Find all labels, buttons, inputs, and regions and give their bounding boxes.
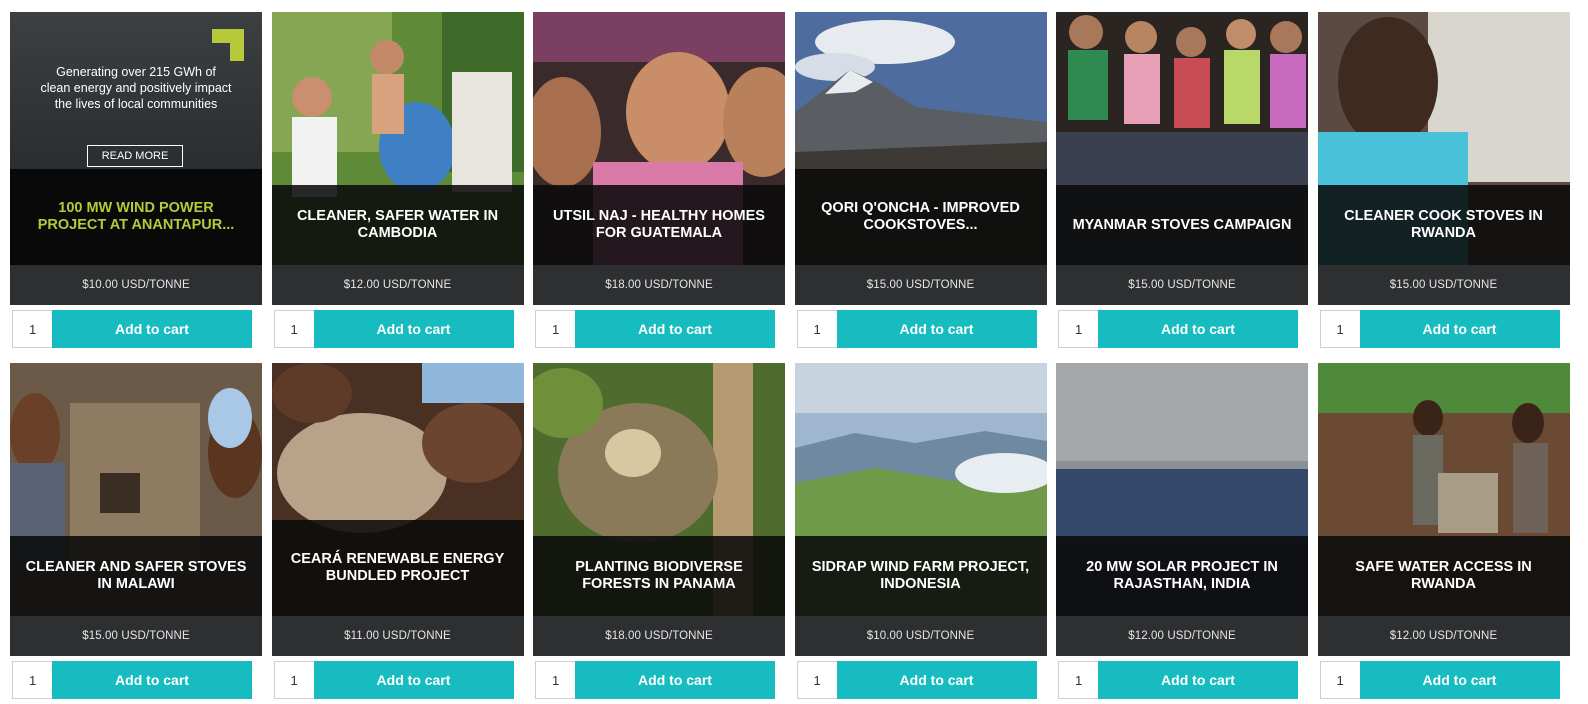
product-link[interactable]: MYANMAR STOVES CAMPAIGN $15.00 USD/TONNE (1056, 12, 1308, 305)
product-title: CEARÁ RENEWABLE ENERGY BUNDLED PROJECT (271, 520, 524, 616)
add-to-cart-button[interactable]: Add to cart (575, 310, 775, 348)
product-title: UTSIL NAJ - HEALTHY HOMES FOR GUATEMALA (533, 185, 785, 265)
product-title: SIDRAP WIND FARM PROJECT, INDONESIA (794, 536, 1047, 616)
product-price: $18.00 USD/TONNE (533, 616, 785, 656)
product-price: $10.00 USD/TONNE (794, 616, 1047, 656)
cart-row: Add to cart (12, 310, 252, 348)
product-title: CLEANER AND SAFER STOVES IN MALAWI (10, 536, 262, 616)
quantity-input[interactable] (1058, 661, 1098, 699)
product-title: 20 MW SOLAR PROJECT IN RAJASTHAN, INDIA (1056, 536, 1308, 616)
product-link[interactable]: 20 MW SOLAR PROJECT IN RAJASTHAN, INDIA … (1056, 363, 1308, 656)
product-price: $15.00 USD/TONNE (1056, 265, 1308, 305)
product-card: UTSIL NAJ - HEALTHY HOMES FOR GUATEMALA … (533, 12, 785, 353)
hover-description: Generating over 215 GWh of clean energy … (40, 65, 232, 111)
brand-mark-icon (212, 29, 244, 61)
cart-row: Add to cart (796, 661, 1037, 699)
product-link[interactable]: UTSIL NAJ - HEALTHY HOMES FOR GUATEMALA … (533, 12, 785, 305)
quantity-input[interactable] (796, 310, 837, 348)
product-card: PLANTING BIODIVERSE FORESTS IN PANAMA $1… (533, 363, 785, 704)
product-title: MYANMAR STOVES CAMPAIGN (1056, 185, 1308, 265)
product-grid: Generating over 215 GWh of clean energy … (10, 12, 1570, 704)
product-price: $12.00 USD/TONNE (1056, 616, 1308, 656)
product-card: QORI Q'ONCHA - IMPROVED COOKSTOVES... $1… (794, 12, 1047, 353)
product-title: PLANTING BIODIVERSE FORESTS IN PANAMA (533, 536, 785, 616)
product-card: Generating over 215 GWh of clean energy … (10, 12, 262, 353)
cart-row: Add to cart (1319, 310, 1560, 348)
quantity-input[interactable] (273, 661, 314, 699)
product-title: SAFE WATER ACCESS IN RWANDA (1317, 536, 1570, 616)
quantity-input[interactable] (12, 661, 52, 699)
product-title: QORI Q'ONCHA - IMPROVED COOKSTOVES... (794, 169, 1047, 265)
add-to-cart-button[interactable]: Add to cart (1359, 661, 1560, 699)
product-title: 100 MW WIND POWER PROJECT AT ANANTAPUR..… (10, 169, 262, 265)
product-link[interactable]: Generating over 215 GWh of clean energy … (10, 12, 262, 305)
quantity-input[interactable] (535, 310, 575, 348)
read-more-button[interactable]: READ MORE (87, 145, 183, 167)
quantity-input[interactable] (273, 310, 314, 348)
quantity-input[interactable] (1058, 310, 1098, 348)
product-card: SAFE WATER ACCESS IN RWANDA $12.00 USD/T… (1317, 363, 1570, 704)
cart-row: Add to cart (535, 661, 775, 699)
product-link[interactable]: SAFE WATER ACCESS IN RWANDA $12.00 USD/T… (1317, 363, 1570, 656)
product-link[interactable]: SIDRAP WIND FARM PROJECT, INDONESIA $10.… (794, 363, 1047, 656)
product-link[interactable]: CLEANER COOK STOVES IN RWANDA $15.00 USD… (1317, 12, 1570, 305)
quantity-input[interactable] (535, 661, 575, 699)
product-link[interactable]: QORI Q'ONCHA - IMPROVED COOKSTOVES... $1… (794, 12, 1047, 305)
product-card: CLEANER, SAFER WATER IN CAMBODIA $12.00 … (271, 12, 524, 353)
add-to-cart-button[interactable]: Add to cart (52, 310, 252, 348)
product-card: SIDRAP WIND FARM PROJECT, INDONESIA $10.… (794, 363, 1047, 704)
add-to-cart-button[interactable]: Add to cart (575, 661, 775, 699)
product-card: CEARÁ RENEWABLE ENERGY BUNDLED PROJECT $… (271, 363, 524, 704)
product-price: $12.00 USD/TONNE (271, 265, 524, 305)
product-link[interactable]: PLANTING BIODIVERSE FORESTS IN PANAMA $1… (533, 363, 785, 656)
cart-row: Add to cart (1058, 661, 1298, 699)
product-link[interactable]: CLEANER AND SAFER STOVES IN MALAWI $15.0… (10, 363, 262, 656)
product-price: $15.00 USD/TONNE (10, 616, 262, 656)
product-price: $15.00 USD/TONNE (1317, 265, 1570, 305)
add-to-cart-button[interactable]: Add to cart (836, 310, 1037, 348)
product-price: $11.00 USD/TONNE (271, 616, 524, 656)
quantity-input[interactable] (1319, 661, 1360, 699)
cart-row: Add to cart (1058, 310, 1298, 348)
quantity-input[interactable] (796, 661, 837, 699)
add-to-cart-button[interactable]: Add to cart (1098, 661, 1298, 699)
add-to-cart-button[interactable]: Add to cart (1098, 310, 1298, 348)
add-to-cart-button[interactable]: Add to cart (52, 661, 252, 699)
cart-row: Add to cart (273, 661, 514, 699)
product-price: $18.00 USD/TONNE (533, 265, 785, 305)
product-card: 20 MW SOLAR PROJECT IN RAJASTHAN, INDIA … (1056, 363, 1308, 704)
add-to-cart-button[interactable]: Add to cart (1359, 310, 1560, 348)
product-card: CLEANER AND SAFER STOVES IN MALAWI $15.0… (10, 363, 262, 704)
add-to-cart-button[interactable]: Add to cart (836, 661, 1037, 699)
cart-row: Add to cart (535, 310, 775, 348)
product-title: CLEANER, SAFER WATER IN CAMBODIA (271, 185, 524, 265)
quantity-input[interactable] (1319, 310, 1360, 348)
product-price: $12.00 USD/TONNE (1317, 616, 1570, 656)
product-title: CLEANER COOK STOVES IN RWANDA (1317, 185, 1570, 265)
product-price: $10.00 USD/TONNE (10, 265, 262, 305)
product-card: MYANMAR STOVES CAMPAIGN $15.00 USD/TONNE… (1056, 12, 1308, 353)
cart-row: Add to cart (273, 310, 514, 348)
cart-row: Add to cart (1319, 661, 1560, 699)
cart-row: Add to cart (796, 310, 1037, 348)
add-to-cart-button[interactable]: Add to cart (313, 310, 514, 348)
add-to-cart-button[interactable]: Add to cart (313, 661, 514, 699)
quantity-input[interactable] (12, 310, 52, 348)
product-link[interactable]: CEARÁ RENEWABLE ENERGY BUNDLED PROJECT $… (271, 363, 524, 656)
cart-row: Add to cart (12, 661, 252, 699)
hover-overlay: Generating over 215 GWh of clean energy … (10, 12, 262, 172)
product-card: CLEANER COOK STOVES IN RWANDA $15.00 USD… (1317, 12, 1570, 353)
product-price: $15.00 USD/TONNE (794, 265, 1047, 305)
product-link[interactable]: CLEANER, SAFER WATER IN CAMBODIA $12.00 … (271, 12, 524, 305)
